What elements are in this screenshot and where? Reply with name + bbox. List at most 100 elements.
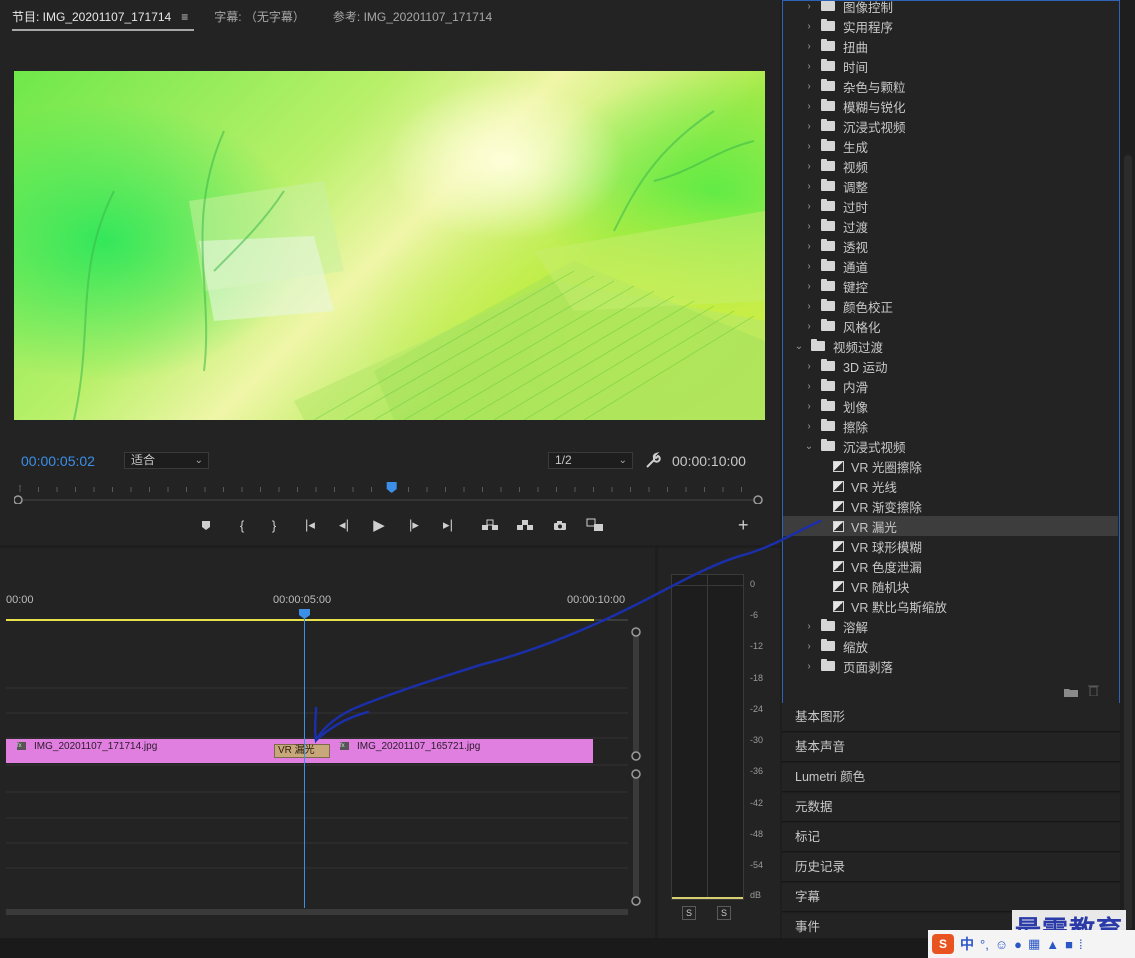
chevron-right-icon[interactable]: › [803, 101, 815, 112]
effect-folder[interactable]: › 时间 [783, 56, 1118, 76]
effect-folder[interactable]: › 扭曲 [783, 36, 1118, 56]
go-to-in-icon[interactable]: |◂ [299, 514, 321, 536]
effect-folder[interactable]: › 透视 [783, 236, 1118, 256]
step-forward-icon[interactable]: |▸ [403, 514, 425, 536]
play-icon[interactable]: ▶ [368, 514, 390, 536]
effect-folder[interactable]: › 沉浸式视频 [783, 116, 1118, 136]
ime-punct[interactable]: °, [980, 937, 989, 952]
tab-captions[interactable]: 字幕: （无字幕） [214, 3, 311, 31]
chevron-right-icon[interactable]: › [803, 281, 815, 292]
panel-tab[interactable]: 标记 [782, 823, 1120, 852]
effect-folder[interactable]: › 溶解 [783, 616, 1118, 636]
effect-item[interactable]: VR 随机块 [783, 576, 1118, 596]
effect-folder[interactable]: › 内滑 [783, 376, 1118, 396]
chevron-right-icon[interactable]: › [803, 41, 815, 52]
solo-right-button[interactable]: S [717, 906, 731, 920]
chevron-down-icon[interactable]: ⌄ [793, 341, 805, 352]
button-editor-add-icon[interactable]: + [738, 515, 749, 536]
solo-left-button[interactable]: S [682, 906, 696, 920]
effect-item[interactable]: VR 色度泄漏 [783, 556, 1118, 576]
ime-lang[interactable]: 中 [960, 934, 974, 954]
effect-folder[interactable]: › 杂色与颗粒 [783, 76, 1118, 96]
effect-item[interactable]: VR 漏光 [783, 516, 1118, 536]
panel-tab[interactable]: 基本图形 [782, 703, 1120, 732]
tab-program[interactable]: 节目: IMG_20201107_171714 ≡ [12, 3, 195, 31]
panel-tab[interactable]: 基本声音 [782, 733, 1120, 762]
shirt-icon[interactable]: ■ [1065, 937, 1073, 952]
panel-tab[interactable]: 元数据 [782, 793, 1120, 822]
panel-tab[interactable]: 字幕 [782, 883, 1120, 912]
effect-item[interactable]: VR 渐变擦除 [783, 496, 1118, 516]
chevron-right-icon[interactable]: › [803, 421, 815, 432]
effect-folder[interactable]: › 风格化 [783, 316, 1118, 336]
panel-tab[interactable]: 历史记录 [782, 853, 1120, 882]
mic-icon[interactable]: ● [1014, 937, 1022, 952]
emoji-icon[interactable]: ☺ [995, 937, 1008, 952]
extract-icon[interactable] [514, 514, 536, 536]
keyboard-icon[interactable]: ▦ [1028, 936, 1040, 952]
effect-item[interactable]: VR 默比乌斯缩放 [783, 596, 1118, 616]
monitor-scrub-bar[interactable] [13, 480, 764, 505]
effect-folder[interactable]: › 擦除 [783, 416, 1118, 436]
timeline-playhead[interactable] [299, 608, 310, 619]
chevron-right-icon[interactable]: › [803, 321, 815, 332]
chevron-right-icon[interactable]: › [803, 1, 815, 12]
chevron-right-icon[interactable]: › [803, 61, 815, 72]
effect-folder[interactable]: › 视频 [783, 156, 1118, 176]
wrench-icon[interactable] [645, 451, 661, 469]
lift-icon[interactable] [479, 514, 501, 536]
panel-menu-icon[interactable]: ≡ [181, 10, 188, 24]
effect-folder[interactable]: › 缩放 [783, 636, 1118, 656]
chevron-right-icon[interactable]: › [803, 261, 815, 272]
chevron-right-icon[interactable]: › [803, 21, 815, 32]
effect-item[interactable]: VR 光线 [783, 476, 1118, 496]
chevron-right-icon[interactable]: › [803, 361, 815, 372]
transition-vr-light-leak[interactable]: VR 漏光 [274, 744, 330, 758]
chevron-right-icon[interactable]: › [803, 401, 815, 412]
effect-folder[interactable]: › 过时 [783, 196, 1118, 216]
resolution-select[interactable]: 1/2 ⌄ [548, 452, 633, 469]
effect-folder[interactable]: › 模糊与锐化 [783, 96, 1118, 116]
clip-a[interactable]: fx IMG_20201107_171714.jpg [6, 739, 300, 763]
effect-folder[interactable]: ⌄ 沉浸式视频 [783, 436, 1118, 456]
mark-out-icon[interactable]: } [263, 514, 285, 536]
tab-reference[interactable]: 参考: IMG_20201107_171714 [333, 3, 498, 31]
go-to-out-icon[interactable]: ▸| [437, 514, 459, 536]
chevron-right-icon[interactable]: › [803, 201, 815, 212]
chevron-right-icon[interactable]: › [803, 221, 815, 232]
chevron-right-icon[interactable]: › [803, 81, 815, 92]
effect-folder[interactable]: › 生成 [783, 136, 1118, 156]
chevron-right-icon[interactable]: › [803, 181, 815, 192]
effect-folder[interactable]: › 过渡 [783, 216, 1118, 236]
effect-folder[interactable]: › 键控 [783, 276, 1118, 296]
step-back-icon[interactable]: ◂| [333, 514, 355, 536]
sogou-logo-icon[interactable]: S [932, 934, 954, 954]
zoom-select[interactable]: 适合 ⌄ [124, 452, 209, 469]
chevron-right-icon[interactable]: › [803, 301, 815, 312]
chevron-down-icon[interactable]: ⌄ [803, 441, 815, 452]
current-timecode[interactable]: 00:00:05:02 [21, 453, 95, 469]
clip-b[interactable]: fx IMG_20201107_165721.jpg [300, 739, 593, 763]
effect-folder[interactable]: › 3D 运动 [783, 356, 1118, 376]
chevron-right-icon[interactable]: › [803, 661, 815, 672]
trash-icon[interactable] [1088, 684, 1099, 697]
effect-folder[interactable]: › 颜色校正 [783, 296, 1118, 316]
chevron-right-icon[interactable]: › [803, 161, 815, 172]
chevron-right-icon[interactable]: › [803, 641, 815, 652]
export-frame-icon[interactable] [549, 514, 571, 536]
chevron-right-icon[interactable]: › [803, 121, 815, 132]
effect-folder[interactable]: › 划像 [783, 396, 1118, 416]
right-scrollbar-thumb[interactable] [1124, 155, 1132, 930]
effect-folder[interactable]: › 通道 [783, 256, 1118, 276]
effect-item[interactable]: VR 球形模糊 [783, 536, 1118, 556]
effect-folder[interactable]: ⌄ 视频过渡 [783, 336, 1118, 356]
panel-tab[interactable]: Lumetri 颜色 [782, 763, 1120, 792]
add-marker-icon[interactable] [195, 514, 217, 536]
chevron-right-icon[interactable]: › [803, 381, 815, 392]
compare-view-icon[interactable] [584, 514, 606, 536]
grid-menu-icon[interactable]: ⁞ [1079, 937, 1083, 952]
effect-folder[interactable]: › 图像控制 [783, 1, 1118, 16]
effect-folder[interactable]: › 页面剥落 [783, 656, 1118, 676]
skin-icon[interactable]: ▲ [1046, 937, 1059, 952]
effect-item[interactable]: VR 光圈擦除 [783, 456, 1118, 476]
